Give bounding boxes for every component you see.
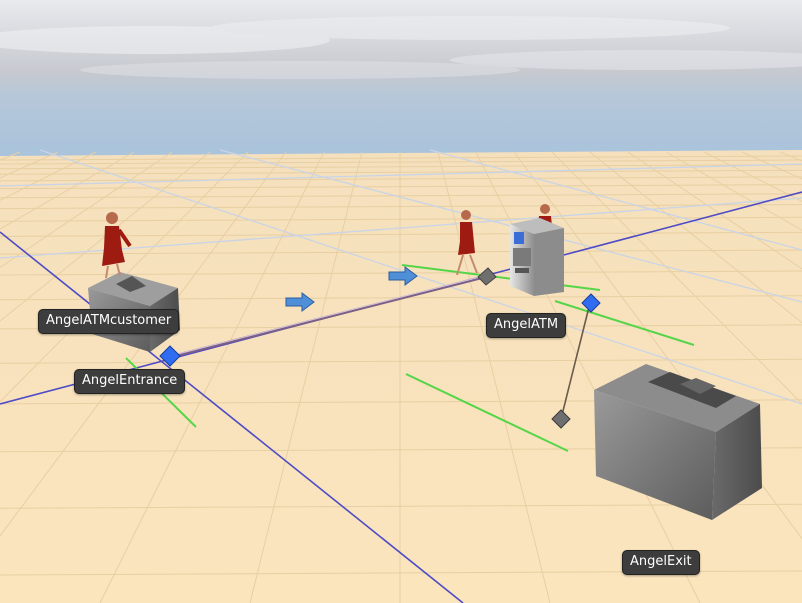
3d-simulation-viewport[interactable]: AngelATMcustomer AngelEntrance AngelATM … xyxy=(0,0,802,603)
label-entrance[interactable]: AngelEntrance xyxy=(74,369,186,394)
atm-machine-icon[interactable] xyxy=(510,218,564,296)
scene-canvas[interactable] xyxy=(0,0,802,603)
label-atm[interactable]: AngelATM xyxy=(486,313,567,338)
label-exit[interactable]: AngelExit xyxy=(622,550,700,575)
label-customer-source[interactable]: AngelATMcustomer xyxy=(38,309,180,334)
